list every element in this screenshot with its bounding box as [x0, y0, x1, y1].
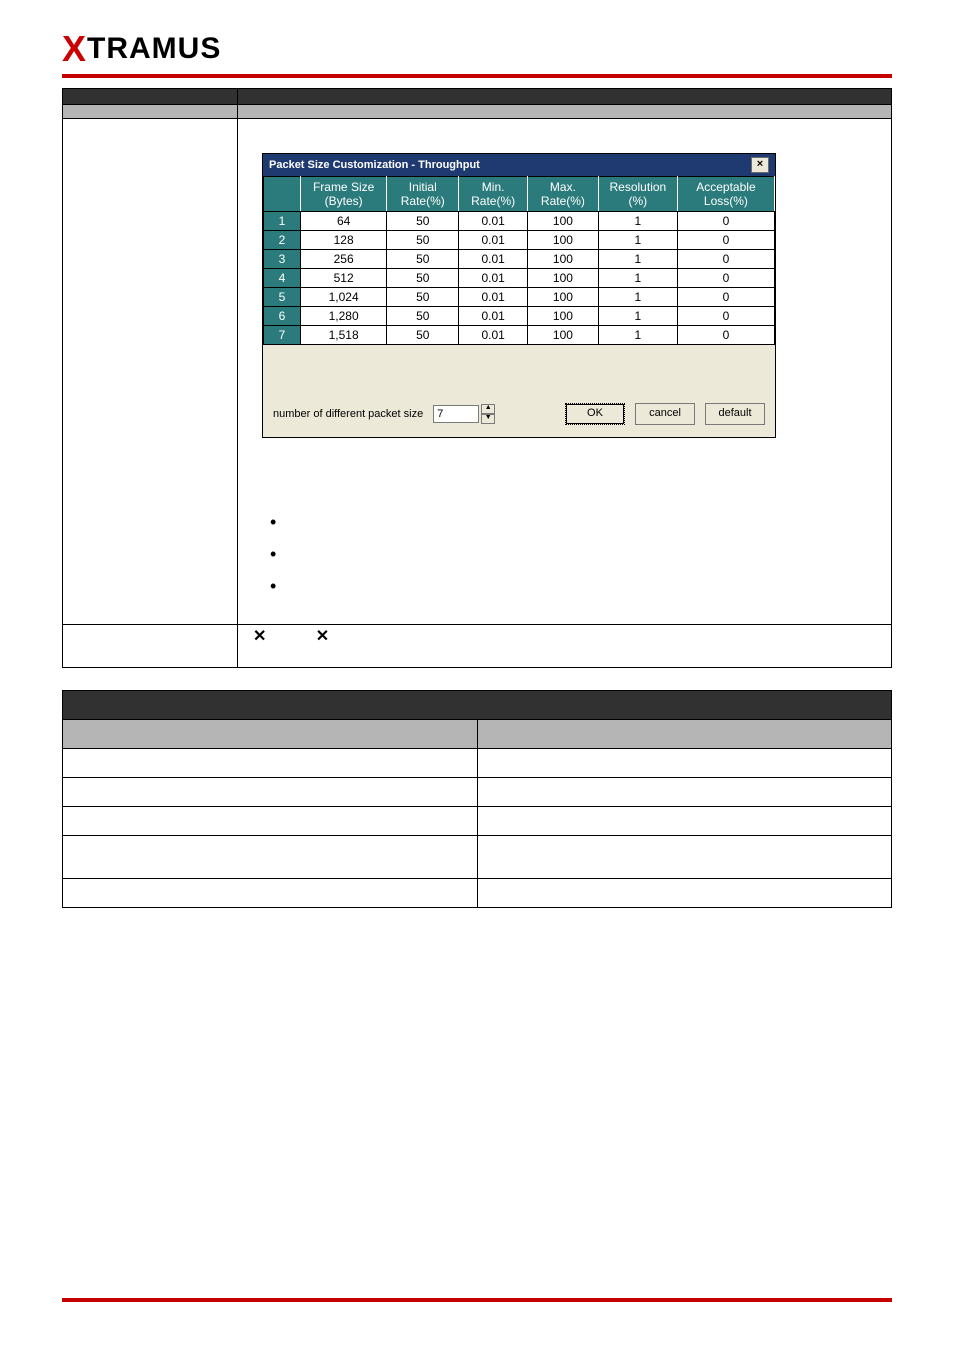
cell-min-rate[interactable]: 0.01: [459, 288, 528, 307]
table-row[interactable]: 71,518500.0110010: [264, 326, 775, 345]
default-button[interactable]: default: [705, 403, 765, 425]
cell-acceptable-loss[interactable]: 0: [677, 288, 774, 307]
cell-min-rate[interactable]: 0.01: [459, 307, 528, 326]
spin-down-icon[interactable]: ▼: [481, 414, 495, 424]
cell-initial-rate[interactable]: 50: [387, 288, 459, 307]
cell-max-rate[interactable]: 100: [528, 269, 599, 288]
brand-logo: XTRAMUS: [62, 32, 221, 65]
ok-button[interactable]: OK: [565, 403, 625, 425]
grid-header-blank: [264, 177, 301, 212]
spin-up-icon[interactable]: ▲: [481, 404, 495, 414]
cell-resolution[interactable]: 1: [598, 250, 677, 269]
row-number: 3: [264, 250, 301, 269]
row-number: 6: [264, 307, 301, 326]
grid-header-frame-size: Frame Size (Bytes): [301, 177, 387, 212]
table-row[interactable]: 2128500.0110010: [264, 231, 775, 250]
spinner-buttons[interactable]: ▲ ▼: [481, 404, 495, 424]
packet-count-input[interactable]: [433, 405, 479, 423]
cell-frame-size[interactable]: 256: [301, 250, 387, 269]
cell-resolution[interactable]: 1: [598, 231, 677, 250]
brand-rest: TRAMUS: [87, 32, 221, 65]
cell-min-rate[interactable]: 0.01: [459, 269, 528, 288]
row-number: 7: [264, 326, 301, 345]
spin-label: number of different packet size: [273, 408, 423, 420]
cell-acceptable-loss[interactable]: 0: [677, 307, 774, 326]
cell-initial-rate[interactable]: 50: [387, 250, 459, 269]
cell-acceptable-loss[interactable]: 0: [677, 250, 774, 269]
bullet-list: • • •: [254, 438, 875, 614]
dialog-title-text: Packet Size Customization - Throughput: [269, 159, 480, 171]
cell-frame-size[interactable]: 128: [301, 231, 387, 250]
close-icon[interactable]: ×: [751, 157, 769, 173]
dialog-footer: number of different packet size ▲ ▼ OK c…: [263, 345, 775, 437]
row-number: 4: [264, 269, 301, 288]
row-number: 1: [264, 212, 301, 231]
bullet-item: •: [254, 506, 875, 538]
packet-size-dialog: Packet Size Customization - Throughput ×…: [262, 153, 776, 438]
cell-resolution[interactable]: 1: [598, 212, 677, 231]
info-table-bottom: [62, 690, 892, 908]
cell-max-rate[interactable]: 100: [528, 250, 599, 269]
cell-resolution[interactable]: 1: [598, 307, 677, 326]
brand-header: XTRAMUS: [0, 0, 954, 74]
cell-initial-rate[interactable]: 50: [387, 307, 459, 326]
grid-header-min-rate: Min. Rate(%): [459, 177, 528, 212]
bullet-item: •: [254, 570, 875, 602]
grid-header-row: Frame Size (Bytes) Initial Rate(%) Min. …: [264, 177, 775, 212]
cell-initial-rate[interactable]: 50: [387, 326, 459, 345]
cell-frame-size[interactable]: 1,518: [301, 326, 387, 345]
x-mark: ✕: [239, 628, 266, 645]
footer-red-rule: [62, 1298, 892, 1302]
cell-max-rate[interactable]: 100: [528, 307, 599, 326]
cell-max-rate[interactable]: 100: [528, 212, 599, 231]
cell-resolution[interactable]: 1: [598, 326, 677, 345]
grid-header-initial-rate: Initial Rate(%): [387, 177, 459, 212]
row-number: 2: [264, 231, 301, 250]
cell-acceptable-loss[interactable]: 0: [677, 231, 774, 250]
cell-initial-rate[interactable]: 50: [387, 231, 459, 250]
grid-header-max-rate: Max. Rate(%): [528, 177, 599, 212]
cell-acceptable-loss[interactable]: 0: [677, 326, 774, 345]
grid-header-acceptable-loss: Acceptable Loss(%): [677, 177, 774, 212]
cell-initial-rate[interactable]: 50: [387, 212, 459, 231]
cell-resolution[interactable]: 1: [598, 269, 677, 288]
cell-frame-size[interactable]: 1,280: [301, 307, 387, 326]
table-row[interactable]: 4512500.0110010: [264, 269, 775, 288]
cell-max-rate[interactable]: 100: [528, 326, 599, 345]
cell-min-rate[interactable]: 0.01: [459, 250, 528, 269]
cell-frame-size[interactable]: 64: [301, 212, 387, 231]
table-row[interactable]: 61,280500.0110010: [264, 307, 775, 326]
header-red-rule: [62, 74, 892, 78]
row-number: 5: [264, 288, 301, 307]
cell-frame-size[interactable]: 1,024: [301, 288, 387, 307]
cell-min-rate[interactable]: 0.01: [459, 231, 528, 250]
cell-acceptable-loss[interactable]: 0: [677, 212, 774, 231]
cancel-button[interactable]: cancel: [635, 403, 695, 425]
packet-size-grid: Frame Size (Bytes) Initial Rate(%) Min. …: [263, 176, 775, 345]
brand-x: X: [62, 28, 87, 69]
dialog-titlebar[interactable]: Packet Size Customization - Throughput ×: [263, 154, 775, 176]
cell-frame-size[interactable]: 512: [301, 269, 387, 288]
grid-header-resolution: Resolution (%): [598, 177, 677, 212]
info-table-top: Packet Size Customization - Throughput ×…: [62, 88, 892, 668]
cell-initial-rate[interactable]: 50: [387, 269, 459, 288]
table-row[interactable]: 51,024500.0110010: [264, 288, 775, 307]
cell-max-rate[interactable]: 100: [528, 231, 599, 250]
cell-max-rate[interactable]: 100: [528, 288, 599, 307]
cell-min-rate[interactable]: 0.01: [459, 326, 528, 345]
table-row[interactable]: 3256500.0110010: [264, 250, 775, 269]
bullet-item: •: [254, 538, 875, 570]
cell-acceptable-loss[interactable]: 0: [677, 269, 774, 288]
x-mark: ✕: [270, 628, 329, 645]
cell-min-rate[interactable]: 0.01: [459, 212, 528, 231]
cell-resolution[interactable]: 1: [598, 288, 677, 307]
table-row[interactable]: 164500.0110010: [264, 212, 775, 231]
